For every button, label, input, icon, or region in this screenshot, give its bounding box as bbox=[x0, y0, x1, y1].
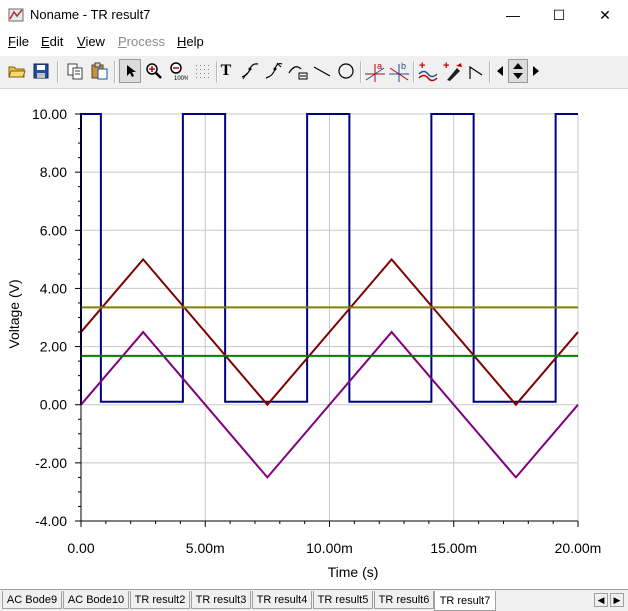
close-icon: ✕ bbox=[599, 6, 611, 23]
tab-tr-result7[interactable]: TR result7 bbox=[434, 591, 496, 611]
tab-ac-bode9[interactable]: AC Bode9 bbox=[2, 591, 62, 609]
select-arrow-icon bbox=[127, 65, 136, 77]
tab-tr-result6[interactable]: TR result6 bbox=[374, 591, 434, 609]
zoom-100-icon: 100% bbox=[170, 62, 188, 81]
cursor-b-label: b bbox=[401, 61, 406, 71]
paste-icon bbox=[91, 62, 108, 80]
save-icon bbox=[33, 63, 49, 79]
step-updown-button[interactable] bbox=[508, 59, 528, 83]
step-right-button[interactable] bbox=[529, 59, 543, 83]
x-tick-label: 15.00m bbox=[430, 540, 477, 556]
text-tool-icon: T bbox=[220, 62, 232, 79]
polyline-icon bbox=[469, 65, 483, 79]
x-tick-label: 0.00 bbox=[67, 540, 94, 556]
tab-scroll-right-icon: ▶ bbox=[613, 594, 621, 605]
toolbar: 100% T a b + + bbox=[0, 55, 628, 89]
grid-button[interactable] bbox=[191, 59, 213, 83]
paste-button[interactable] bbox=[88, 59, 110, 83]
minimize-button[interactable]: — bbox=[490, 0, 536, 30]
result-tab-bar: AC Bode9 AC Bode10 TR result2 TR result3… bbox=[0, 589, 628, 611]
y-tick-label: 6.00 bbox=[40, 222, 67, 238]
step-updown-icon bbox=[513, 63, 523, 79]
tab-tr-result2[interactable]: TR result2 bbox=[130, 591, 190, 609]
step-right-icon bbox=[533, 66, 539, 76]
zoom-100-button[interactable]: 100% bbox=[167, 59, 189, 83]
close-button[interactable]: ✕ bbox=[582, 0, 628, 30]
chart-grid bbox=[80, 113, 579, 522]
marker-icon: + bbox=[443, 60, 462, 81]
transient-result-chart[interactable]: 10.008.006.004.002.000.00-2.00-4.000.00 5… bbox=[0, 89, 628, 589]
tab-tr-result5[interactable]: TR result5 bbox=[313, 591, 373, 609]
x-axis-title: Time (s) bbox=[328, 564, 379, 580]
circle-tool-button[interactable] bbox=[335, 59, 357, 83]
curve-tool-c-icon bbox=[288, 66, 308, 80]
svg-text:+: + bbox=[443, 60, 449, 72]
tab-tr-result4[interactable]: TR result4 bbox=[252, 591, 312, 609]
tab-scroll-left-button[interactable]: ◀ bbox=[594, 593, 608, 607]
menu-bar: File Edit View Process Help bbox=[0, 31, 628, 51]
menu-edit[interactable]: Edit bbox=[41, 34, 63, 49]
zoom-in-button[interactable] bbox=[143, 59, 165, 83]
line-tool-button[interactable] bbox=[311, 59, 333, 83]
menu-process: Process bbox=[118, 34, 165, 49]
x-tick-label: 10.00m bbox=[306, 540, 353, 556]
maximize-button[interactable]: ☐ bbox=[536, 0, 582, 30]
curve-tool-c-button[interactable] bbox=[287, 59, 309, 83]
menu-help[interactable]: Help bbox=[177, 34, 204, 49]
cursor-b-icon: b bbox=[389, 61, 409, 82]
cursor-a-button[interactable]: a bbox=[364, 59, 386, 83]
open-icon bbox=[8, 66, 26, 78]
y-tick-label: -2.00 bbox=[35, 455, 67, 471]
curve-tool-a-icon bbox=[241, 63, 259, 80]
menu-file[interactable]: File bbox=[8, 34, 29, 49]
open-button[interactable] bbox=[6, 59, 28, 83]
y-tick-label: -4.00 bbox=[35, 513, 67, 529]
circle-tool-icon bbox=[338, 63, 354, 79]
svg-text:100%: 100% bbox=[174, 76, 188, 81]
y-tick-label: 10.00 bbox=[32, 106, 67, 122]
cursor-a-label: a bbox=[377, 61, 382, 71]
x-tick-label: 20.00m bbox=[555, 540, 602, 556]
step-left-button[interactable] bbox=[493, 59, 507, 83]
y-tick-label: 4.00 bbox=[40, 280, 67, 296]
add-curve-icon: + bbox=[418, 60, 438, 82]
minimize-icon: — bbox=[506, 7, 520, 23]
step-left-icon bbox=[497, 66, 503, 76]
cursor-a-icon: a bbox=[365, 61, 385, 82]
tab-scroll-right-button[interactable]: ▶ bbox=[610, 593, 624, 607]
line-tool-icon bbox=[313, 66, 331, 77]
maximize-icon: ☐ bbox=[552, 6, 566, 23]
zoom-in-icon bbox=[146, 63, 162, 79]
copy-button[interactable] bbox=[64, 59, 86, 83]
marker-button[interactable]: + bbox=[441, 59, 463, 83]
y-tick-label: 2.00 bbox=[40, 339, 67, 355]
y-tick-label: 8.00 bbox=[40, 164, 67, 180]
add-curve-button[interactable]: + bbox=[417, 59, 439, 83]
chart-ticks: 10.008.006.004.002.000.00-2.00-4.000.00 5… bbox=[32, 106, 601, 556]
curve-tool-b-button[interactable] bbox=[263, 59, 285, 83]
menu-view[interactable]: View bbox=[77, 34, 105, 49]
grid-icon bbox=[196, 65, 209, 78]
x-tick-label: 5.00m bbox=[186, 540, 225, 556]
svg-text:+: + bbox=[419, 60, 425, 72]
text-tool-button[interactable]: T bbox=[215, 59, 237, 83]
polyline-button[interactable] bbox=[465, 59, 487, 83]
curve-tool-a-button[interactable] bbox=[239, 59, 261, 83]
title-bar: Noname - TR result7 — ☐ ✕ bbox=[0, 0, 628, 30]
curve-tool-b-icon bbox=[265, 62, 283, 79]
y-axis-title: Voltage (V) bbox=[6, 279, 22, 348]
y-tick-label: 0.00 bbox=[40, 397, 67, 413]
tab-ac-bode10[interactable]: AC Bode10 bbox=[63, 591, 129, 609]
app-icon bbox=[8, 8, 24, 22]
cursor-b-button[interactable]: b bbox=[388, 59, 410, 83]
window-title: Noname - TR result7 bbox=[30, 7, 151, 22]
save-button[interactable] bbox=[30, 59, 52, 83]
tab-tr-result3[interactable]: TR result3 bbox=[191, 591, 251, 609]
tab-scroll-left-icon: ◀ bbox=[597, 594, 605, 605]
select-arrow-button[interactable] bbox=[119, 59, 141, 83]
copy-icon bbox=[67, 63, 83, 80]
